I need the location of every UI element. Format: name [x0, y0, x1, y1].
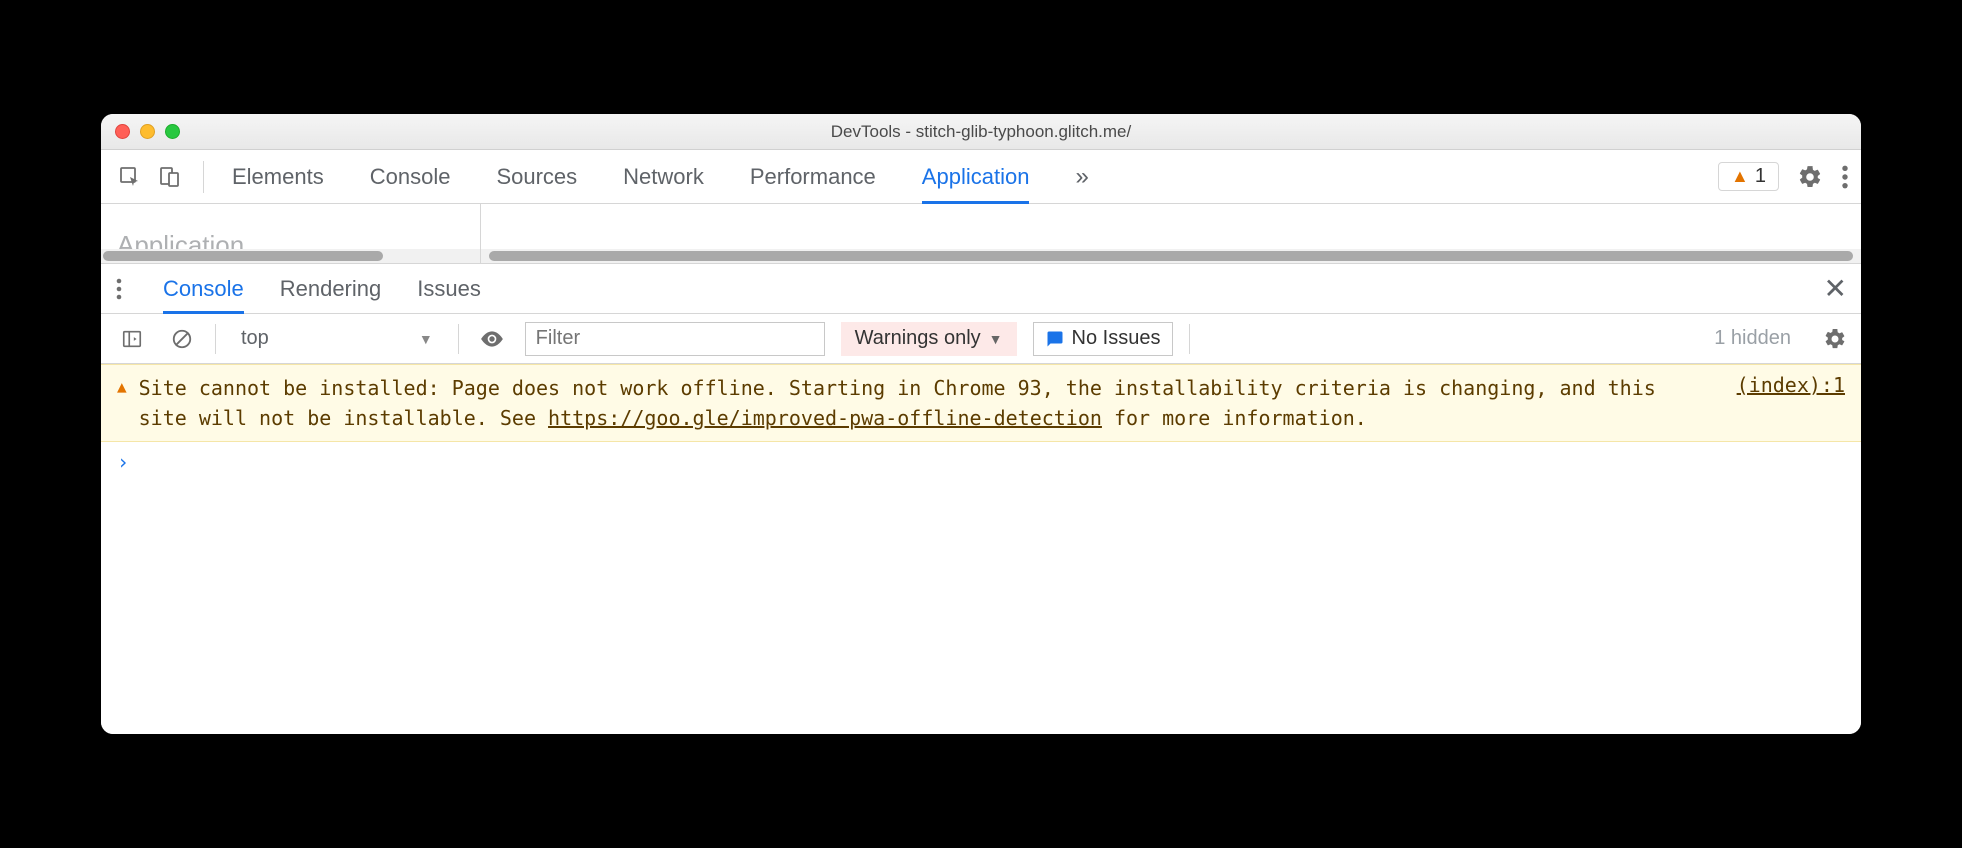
- dropdown-icon: ▼: [419, 331, 433, 347]
- warning-icon: ▲: [1731, 166, 1749, 187]
- close-window-button[interactable]: [115, 124, 130, 139]
- more-options-icon[interactable]: [1841, 164, 1849, 190]
- drawer-more-icon[interactable]: [115, 277, 123, 301]
- settings-icon[interactable]: [1797, 164, 1823, 190]
- minimize-window-button[interactable]: [140, 124, 155, 139]
- console-toolbar-separator: [458, 324, 459, 354]
- devtools-window: DevTools - stitch-glib-typhoon.glitch.me…: [101, 114, 1861, 734]
- application-main[interactable]: [481, 204, 1861, 263]
- tab-console[interactable]: Console: [370, 150, 451, 203]
- toolbar-separator: [203, 161, 204, 193]
- zoom-window-button[interactable]: [165, 124, 180, 139]
- log-level-selector[interactable]: Warnings only ▼: [841, 322, 1017, 356]
- level-label: Warnings only: [855, 327, 981, 350]
- issues-counter[interactable]: ▲ 1: [1718, 162, 1779, 191]
- console-toolbar-separator: [215, 324, 216, 354]
- main-hscroll-thumb[interactable]: [489, 251, 1853, 261]
- traffic-lights: [115, 124, 180, 139]
- sidebar-toggle-icon[interactable]: [115, 322, 149, 356]
- titlebar: DevTools - stitch-glib-typhoon.glitch.me…: [101, 114, 1861, 150]
- issues-filter-button[interactable]: No Issues: [1033, 322, 1174, 356]
- sidebar-hscroll[interactable]: [101, 249, 480, 263]
- main-tabs: Elements Console Sources Network Perform…: [232, 150, 1712, 203]
- tab-elements[interactable]: Elements: [232, 150, 324, 203]
- console-output: ▲ Site cannot be installed: Page does no…: [101, 364, 1861, 734]
- issues-count: 1: [1755, 165, 1766, 188]
- sidebar-hscroll-thumb[interactable]: [103, 251, 383, 261]
- inspect-element-icon[interactable]: [113, 160, 147, 194]
- console-prompt[interactable]: ›: [101, 442, 1861, 482]
- message-source-link[interactable]: (index):1: [1737, 373, 1845, 397]
- execution-context-selector[interactable]: top ▼: [232, 324, 442, 353]
- console-toolbar-separator: [1189, 324, 1190, 354]
- drawer-tabs: Console Rendering Issues ✕: [101, 264, 1861, 314]
- filter-input[interactable]: [525, 322, 825, 356]
- dropdown-icon: ▼: [989, 331, 1003, 347]
- device-toolbar-icon[interactable]: [153, 160, 187, 194]
- context-label: top: [241, 327, 269, 350]
- warning-icon: ▲: [117, 373, 127, 396]
- toolbar-right: ▲ 1: [1718, 162, 1849, 191]
- drawer-tab-rendering[interactable]: Rendering: [280, 264, 382, 313]
- console-settings-icon[interactable]: [1823, 327, 1847, 351]
- msg-part-2: for more information.: [1102, 406, 1367, 430]
- issues-filter-label: No Issues: [1072, 327, 1161, 350]
- console-warning-row[interactable]: ▲ Site cannot be installed: Page does no…: [101, 364, 1861, 442]
- application-sidebar[interactable]: Application: [101, 204, 481, 263]
- main-hscroll[interactable]: [481, 249, 1861, 263]
- tab-network[interactable]: Network: [623, 150, 704, 203]
- msg-link[interactable]: https://goo.gle/improved-pwa-offline-det…: [548, 406, 1102, 430]
- live-expression-icon[interactable]: [475, 322, 509, 356]
- window-title: DevTools - stitch-glib-typhoon.glitch.me…: [101, 122, 1861, 142]
- drawer-close-icon[interactable]: ✕: [1824, 272, 1847, 305]
- issues-chat-icon: [1046, 330, 1064, 348]
- main-toolbar: Elements Console Sources Network Perform…: [101, 150, 1861, 204]
- prompt-chevron-icon: ›: [117, 450, 129, 474]
- more-tabs-icon[interactable]: »: [1075, 163, 1088, 191]
- tab-application[interactable]: Application: [922, 150, 1030, 203]
- console-message-text: Site cannot be installed: Page does not …: [139, 373, 1701, 433]
- hidden-count[interactable]: 1 hidden: [1714, 327, 1791, 350]
- tab-sources[interactable]: Sources: [496, 150, 577, 203]
- drawer-tab-console[interactable]: Console: [163, 264, 244, 313]
- drawer-tab-issues[interactable]: Issues: [417, 264, 481, 313]
- clear-console-icon[interactable]: [165, 322, 199, 356]
- panel-split: Application: [101, 204, 1861, 264]
- console-toolbar: top ▼ Warnings only ▼ No Issues 1 hidden: [101, 314, 1861, 364]
- tab-performance[interactable]: Performance: [750, 150, 876, 203]
